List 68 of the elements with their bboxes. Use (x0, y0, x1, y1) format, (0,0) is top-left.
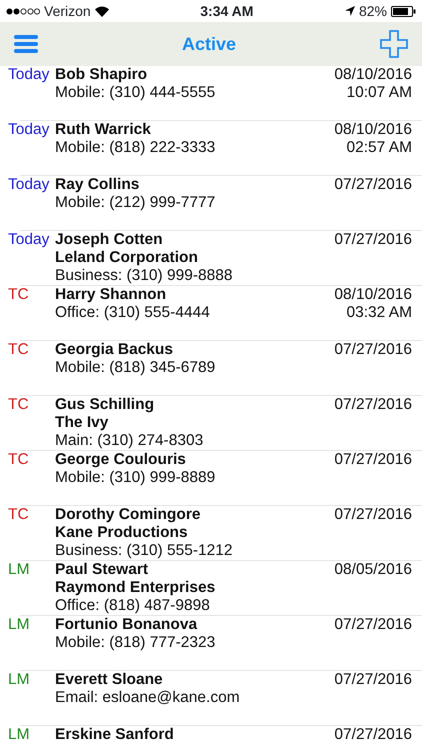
contact-date: 07/27/2016 (334, 396, 412, 414)
status-tag: TC (8, 451, 29, 468)
contact-time: 10:07 AM (346, 84, 412, 102)
status-tag: LM (8, 671, 30, 688)
carrier-name: Verizon (44, 2, 91, 20)
status-tag: TC (8, 286, 29, 303)
contact-name: Paul Stewart (55, 561, 148, 579)
contact-date: 07/27/2016 (334, 176, 412, 194)
contact-name: Ruth Warrick (55, 121, 151, 139)
contact-time: 02:57 AM (346, 139, 412, 157)
location-arrow-icon (344, 6, 355, 16)
contact-date: 08/10/2016 (334, 121, 412, 139)
contact-detail: Mobile: (310) 999-8889 (55, 469, 216, 487)
contact-name: Bob Shapiro (55, 66, 148, 84)
company-name: The Ivy (55, 414, 108, 432)
contact-date: 07/27/2016 (334, 341, 412, 359)
contact-detail: Email: esloane@kane.com (55, 689, 240, 707)
status-time: 3:34 AM (200, 2, 254, 20)
contact-detail: Main: (310) 274-8303 (55, 432, 204, 450)
contact-date: 07/27/2016 (334, 451, 412, 469)
contact-detail: Business: (310) 555-1212 (55, 542, 233, 560)
contact-name: Ray Collins (55, 176, 140, 194)
contact-name: Fortunio Bonanova (55, 616, 198, 634)
contact-date: 07/27/2016 (334, 726, 412, 744)
signal-icon (6, 8, 40, 14)
contact-date: 08/10/2016 (334, 286, 412, 304)
screen-title: Active (182, 32, 236, 56)
contact-name: Georgia Backus (55, 341, 174, 359)
contact-detail: Mobile: (818) 345-6789 (55, 359, 216, 377)
battery-percent: 82% (358, 2, 387, 20)
contact-name: Joseph Cotten (55, 231, 163, 249)
status-tag: LM (8, 616, 30, 633)
contact-detail: Mobile: (818) 222-3333 (55, 139, 216, 157)
contact-detail: Business: (310) 999-8888 (55, 267, 233, 285)
contact-detail: Office: (818) 487-9898 (55, 597, 210, 615)
contact-name: Harry Shannon (55, 286, 166, 304)
status-tag: LM (8, 726, 30, 743)
company-name: Raymond Enterprises (55, 579, 216, 597)
battery-icon (391, 6, 416, 16)
contact-name: Everett Sloane (55, 671, 163, 689)
menu-icon[interactable] (14, 35, 38, 53)
contact-detail: Mobile: (212) 999-7777 (55, 194, 216, 212)
contact-time: 03:32 AM (346, 304, 412, 322)
status-tag: Today (8, 176, 50, 193)
status-tag: TC (8, 396, 29, 413)
contact-name: Dorothy Comingore (55, 506, 201, 524)
status-tag: TC (8, 506, 29, 523)
contact-date: 07/27/2016 (334, 506, 412, 524)
contact-detail: Mobile: (818) 777-2323 (55, 634, 216, 652)
contact-detail: Mobile: (310) 444-5555 (55, 84, 216, 102)
contact-date: 08/05/2016 (334, 561, 412, 579)
company-name: Leland Corporation (55, 249, 198, 267)
status-tag: Today (8, 231, 50, 248)
status-tag: Today (8, 66, 50, 83)
status-tag: TC (8, 341, 29, 358)
company-name: Kane Productions (55, 524, 188, 542)
contact-date: 07/27/2016 (334, 231, 412, 249)
contact-date: 07/27/2016 (334, 671, 412, 689)
status-tag: LM (8, 561, 30, 578)
contact-name: Erskine Sanford (55, 726, 174, 744)
contact-date: 07/27/2016 (334, 616, 412, 634)
contact-date: 08/10/2016 (334, 66, 412, 84)
wifi-icon (94, 6, 109, 16)
contact-name: George Coulouris (55, 451, 186, 469)
status-tag: Today (8, 121, 50, 138)
contact-name: Gus Schilling (55, 396, 154, 414)
contact-detail: Office: (310) 555-4444 (55, 304, 210, 322)
add-icon[interactable] (380, 30, 408, 58)
